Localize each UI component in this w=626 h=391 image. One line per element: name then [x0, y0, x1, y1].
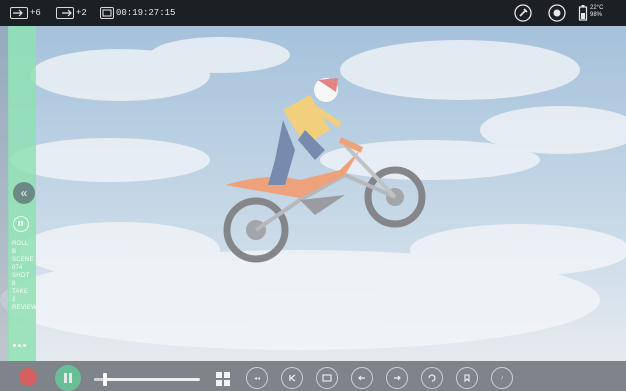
battery-icon — [578, 5, 588, 21]
bottom-control-bar — [0, 361, 626, 391]
settings-icon[interactable] — [548, 4, 566, 22]
output-label: +2 — [76, 8, 87, 18]
slate-info: ROLL B SCENE 074 SHOT 8 TAKE 2 REVIEW — [12, 240, 37, 312]
mark-out-icon — [394, 375, 401, 381]
chevron-left-icon: « — [20, 186, 28, 200]
slate-line: SCENE — [12, 257, 34, 263]
timecode-value: 00:19:27:15 — [116, 8, 176, 18]
speed-icon: ◂◂ — [253, 375, 261, 382]
mark-out-button[interactable] — [386, 367, 408, 389]
grid-icon[interactable] — [215, 371, 231, 387]
page-dots — [13, 344, 26, 347]
play-pause-button[interactable] — [55, 365, 81, 391]
battery-status-text: 22°C 98% — [590, 5, 604, 18]
clip-button[interactable] — [316, 367, 338, 389]
marker-icon — [464, 374, 470, 383]
input-label: +6 — [30, 8, 41, 18]
speed-button[interactable]: ◂◂ — [246, 367, 268, 389]
loop-button[interactable] — [421, 367, 443, 389]
volume-thumb[interactable] — [103, 373, 107, 386]
input-indicator[interactable]: +6 — [10, 5, 41, 21]
timecode-icon — [100, 7, 114, 19]
slate-line: SHOT — [12, 273, 30, 279]
volume-slider[interactable] — [94, 373, 200, 386]
slate-line: 8 — [12, 281, 16, 287]
video-frame — [0, 26, 626, 361]
wrench-icon[interactable] — [514, 4, 532, 22]
mark-in-icon — [358, 375, 365, 381]
slate-line: 2 — [12, 297, 16, 303]
output-icon — [56, 7, 74, 19]
slate-line: 074 — [12, 265, 23, 271]
slate-line: REVIEW — [12, 305, 37, 311]
record-button[interactable] — [19, 368, 37, 386]
audio-button[interactable]: ♪ — [491, 367, 513, 389]
output-indicator[interactable]: +2 — [56, 5, 87, 21]
input-icon — [10, 7, 28, 19]
frame-back-icon — [289, 374, 296, 382]
slate-line: TAKE — [12, 289, 29, 295]
monitor-screen: +6 +2 00:19:27:15 22°C 98% « ROLL B SCEN… — [0, 0, 626, 391]
pause-icon[interactable] — [13, 216, 29, 232]
collapse-button[interactable]: « — [13, 182, 35, 204]
slate-line: ROLL — [12, 241, 29, 247]
top-status-bar: +6 +2 00:19:27:15 22°C 98% — [0, 0, 626, 26]
audio-icon: ♪ — [500, 375, 504, 381]
left-rail: « ROLL B SCENE 074 SHOT 8 TAKE 2 REVIEW — [0, 26, 37, 361]
slate-line: B — [12, 249, 17, 255]
loop-icon — [428, 374, 436, 382]
timecode-display[interactable]: 00:19:27:15 — [100, 5, 175, 21]
marker-button[interactable] — [456, 367, 478, 389]
frame-back-button[interactable] — [281, 367, 303, 389]
clip-icon — [322, 374, 332, 382]
mark-in-button[interactable] — [351, 367, 373, 389]
